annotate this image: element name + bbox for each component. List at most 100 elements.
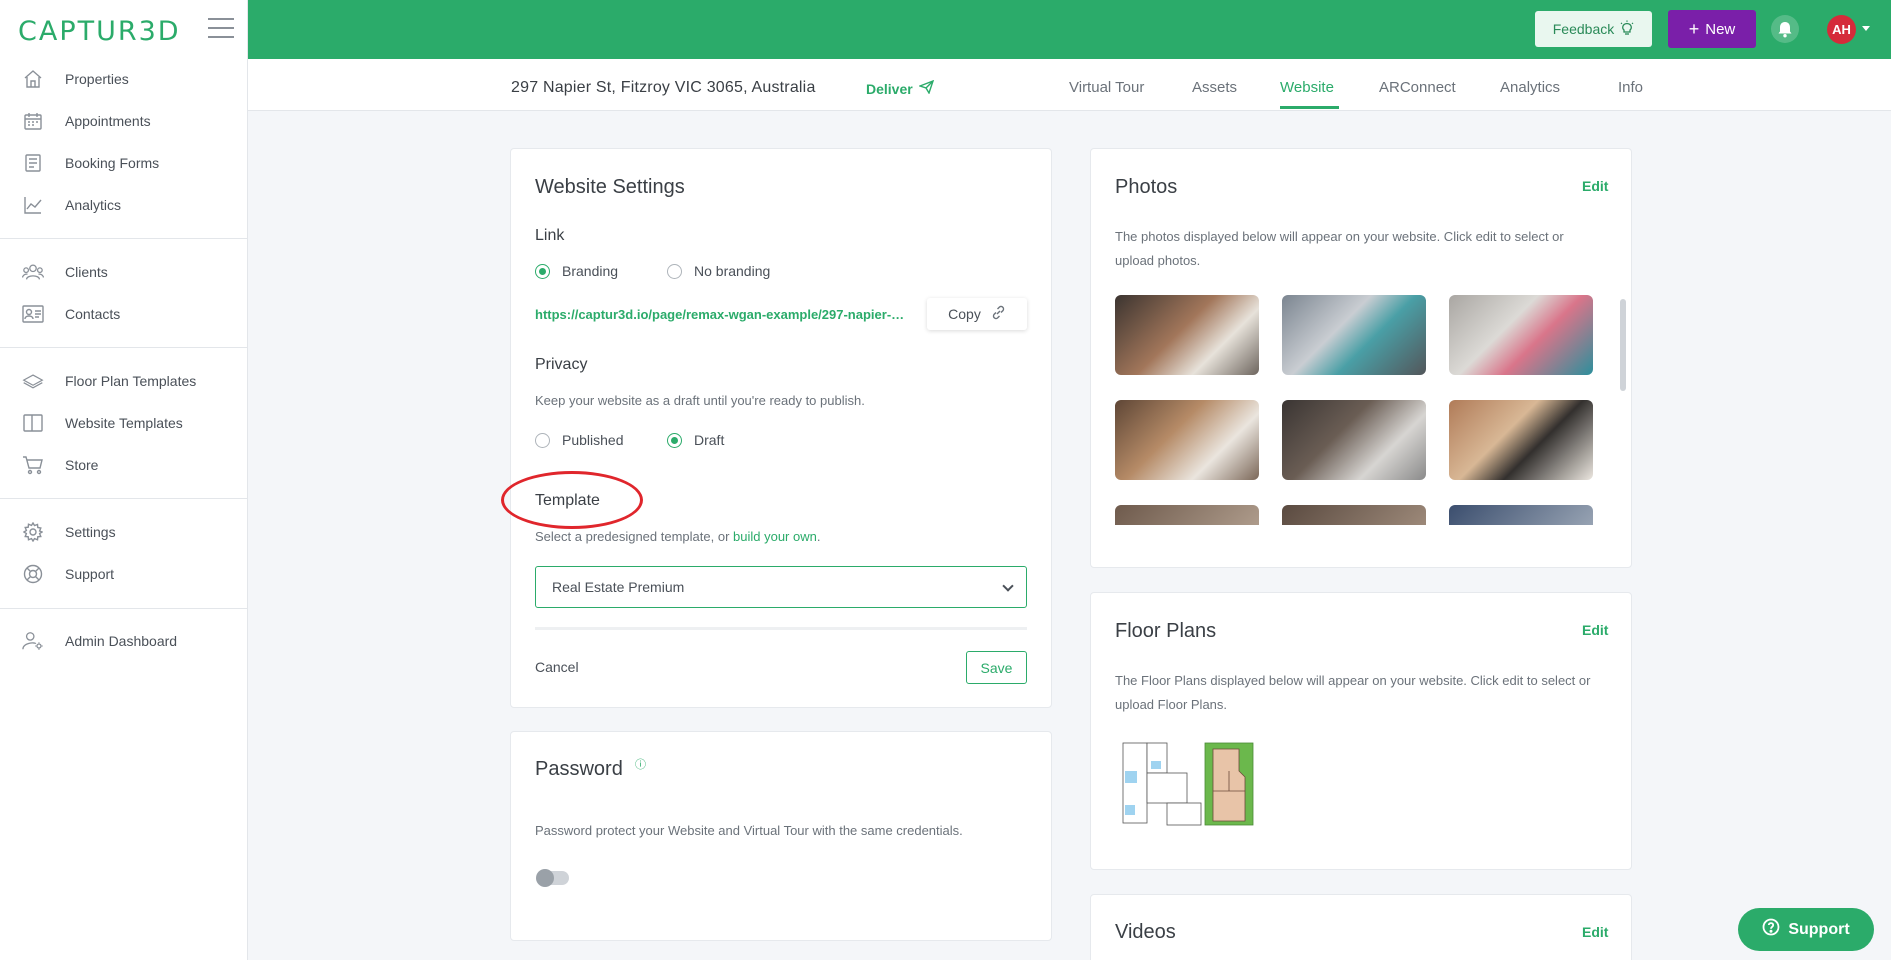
photo-thumbnail[interactable]: [1282, 295, 1426, 375]
cancel-button[interactable]: Cancel: [535, 659, 579, 675]
sidebar-item-properties[interactable]: Properties: [0, 58, 248, 100]
photo-thumbnail[interactable]: [1449, 295, 1593, 375]
tab-analytics[interactable]: Analytics: [1500, 79, 1560, 96]
photo-thumbnail[interactable]: [1449, 400, 1593, 480]
floor-plans-edit-link[interactable]: Edit: [1582, 622, 1608, 638]
photos-card: Photos Edit The photos displayed below w…: [1090, 148, 1632, 568]
captur3d-logo[interactable]: CAPTUR3D: [18, 16, 181, 47]
active-tab-indicator: [1280, 106, 1339, 109]
photos-title: Photos: [1115, 176, 1178, 198]
photo-thumbnail[interactable]: [1282, 400, 1426, 480]
cart-icon: [22, 454, 44, 476]
radio-selected-icon: [535, 263, 550, 279]
videos-edit-link[interactable]: Edit: [1582, 924, 1608, 940]
layout-icon: [22, 412, 44, 434]
radio-selected-icon: [667, 432, 682, 448]
link-icon: [991, 305, 1006, 323]
chevron-down-icon[interactable]: [1862, 26, 1870, 31]
nav-group-templates: Floor Plan Templates Website Templates S…: [0, 360, 248, 486]
floor-plans-card: Floor Plans Edit The Floor Plans display…: [1090, 592, 1632, 870]
feedback-button[interactable]: Feedback: [1535, 11, 1652, 47]
photos-edit-link[interactable]: Edit: [1582, 178, 1608, 194]
sidebar-item-label: Properties: [65, 71, 129, 87]
photo-thumbnail[interactable]: [1115, 505, 1259, 525]
floor-plan-thumbnail[interactable]: [1121, 741, 1255, 827]
avatar[interactable]: AH: [1827, 15, 1856, 44]
support-chat-button[interactable]: Support: [1738, 908, 1874, 951]
password-title: Password: [535, 758, 623, 780]
photos-help-text: The photos displayed below will appear o…: [1115, 229, 1564, 268]
new-button[interactable]: + New: [1668, 10, 1756, 48]
sidebar-item-label: Analytics: [65, 197, 122, 213]
tab-virtual-tour[interactable]: Virtual Tour: [1069, 79, 1144, 96]
draft-radio[interactable]: Draft: [667, 432, 724, 448]
sidebar-item-label: Admin Dashboard: [65, 633, 178, 649]
photo-thumbnail[interactable]: [1115, 400, 1259, 480]
no-branding-radio[interactable]: No branding: [667, 263, 770, 279]
sidebar-item-floor-plan-templates[interactable]: Floor Plan Templates: [0, 360, 248, 402]
photo-thumbnail[interactable]: [1115, 295, 1259, 375]
sidebar-item-store[interactable]: Store: [0, 444, 248, 486]
photo-thumbnail[interactable]: [1282, 505, 1426, 525]
link-section-label: Link: [535, 227, 565, 244]
videos-card: Videos Edit: [1090, 894, 1632, 960]
hamburger-menu-icon[interactable]: [208, 18, 234, 38]
bell-icon[interactable]: [1771, 15, 1799, 43]
published-radio[interactable]: Published: [535, 432, 624, 448]
tab-website[interactable]: Website: [1280, 79, 1334, 96]
chart-icon: [22, 194, 44, 216]
annotation-ellipse: [501, 471, 643, 529]
draft-label: Draft: [694, 432, 725, 448]
sidebar-item-label: Contacts: [65, 306, 121, 322]
nav-group-people: Clients Contacts: [0, 251, 248, 335]
layers-icon: [22, 370, 44, 392]
sidebar-item-label: Appointments: [65, 113, 151, 129]
sidebar-item-admin-dashboard[interactable]: Admin Dashboard: [0, 620, 248, 662]
sidebar-item-contacts[interactable]: Contacts: [0, 293, 248, 335]
template-select-value: Real Estate Premium: [552, 579, 685, 595]
tab-arconnect[interactable]: ARConnect: [1379, 79, 1456, 96]
build-your-own-link[interactable]: build your own: [733, 529, 817, 544]
website-link-url[interactable]: https://captur3d.io/page/remax-wgan-exam…: [535, 307, 910, 322]
sidebar-item-label: Booking Forms: [65, 155, 160, 171]
tab-assets[interactable]: Assets: [1192, 79, 1237, 96]
deliver-label: Deliver: [866, 80, 913, 97]
no-branding-label: No branding: [694, 263, 771, 279]
photos-scrollbar[interactable]: [1620, 299, 1626, 391]
contact-card-icon: [22, 303, 44, 325]
website-settings-card: Website Settings Link Branding No brandi…: [501, 148, 1052, 708]
sidebar-divider: [0, 498, 248, 499]
privacy-help-text: Keep your website as a draft until you'r…: [535, 393, 865, 408]
published-label: Published: [562, 432, 624, 448]
support-chat-label: Support: [1788, 920, 1850, 938]
branding-radio[interactable]: Branding: [535, 263, 618, 279]
info-icon[interactable]: ⓘ: [635, 756, 646, 772]
lifebuoy-icon: [22, 563, 44, 585]
password-help-text: Password protect your Website and Virtua…: [535, 823, 963, 838]
template-select[interactable]: Real Estate Premium: [535, 566, 1027, 608]
deliver-button[interactable]: Deliver: [866, 79, 934, 97]
sidebar-item-clients[interactable]: Clients: [0, 251, 248, 293]
sidebar-item-website-templates[interactable]: Website Templates: [0, 402, 248, 444]
new-label: New: [1705, 20, 1736, 38]
sidebar-item-label: Support: [65, 566, 115, 582]
nav-group-system: Settings Support: [0, 511, 248, 595]
feedback-label: Feedback: [1552, 21, 1615, 37]
save-button[interactable]: Save: [966, 651, 1027, 684]
website-settings-title: Website Settings: [535, 176, 685, 198]
tab-info[interactable]: Info: [1618, 79, 1643, 96]
password-toggle[interactable]: [536, 869, 569, 887]
template-help-suffix: .: [816, 529, 821, 544]
sidebar-item-booking-forms[interactable]: Booking Forms: [0, 142, 248, 184]
videos-title: Videos: [1115, 921, 1176, 943]
sidebar-item-appointments[interactable]: Appointments: [0, 100, 248, 142]
copy-link-button[interactable]: Copy: [927, 298, 1027, 330]
users-icon: [22, 261, 44, 283]
sidebar-item-analytics[interactable]: Analytics: [0, 184, 248, 226]
template-help-prefix: Select a predesigned template, or: [535, 529, 734, 544]
photo-thumbnail[interactable]: [1449, 505, 1593, 525]
admin-user-icon: [22, 630, 44, 652]
sidebar-item-settings[interactable]: Settings: [0, 511, 248, 553]
sidebar-item-support[interactable]: Support: [0, 553, 248, 595]
sidebar-item-label: Store: [65, 457, 99, 473]
